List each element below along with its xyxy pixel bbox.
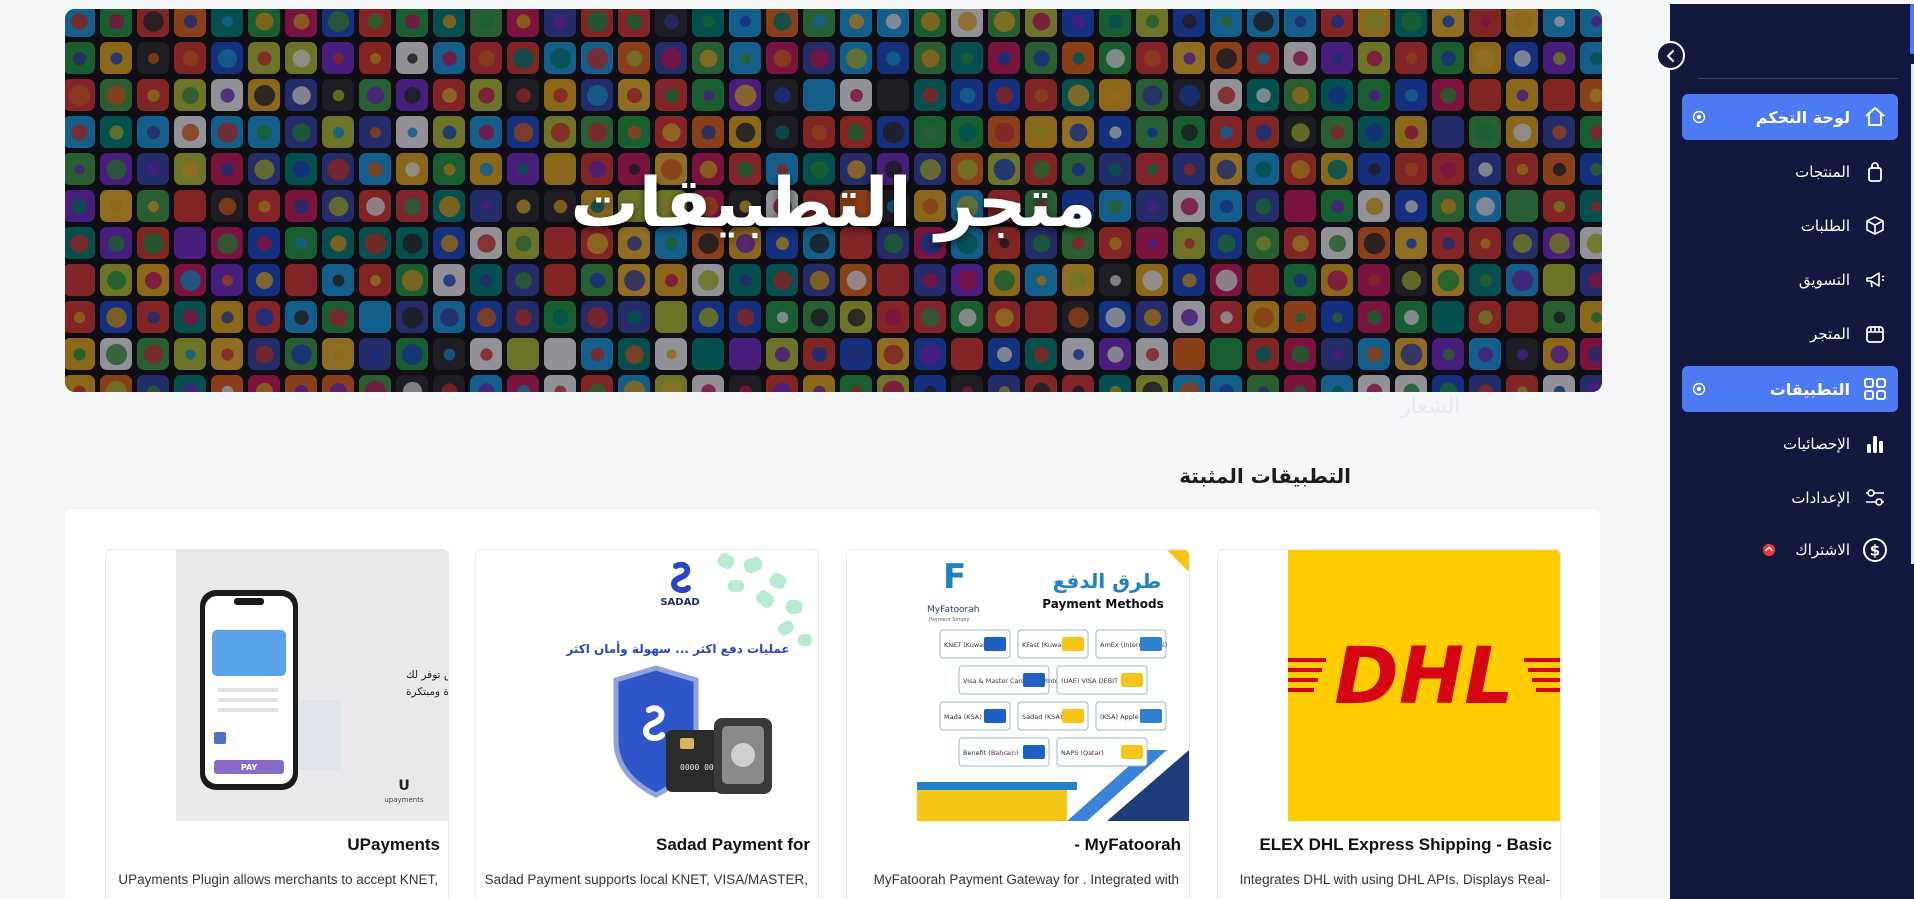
sadad-promo-image: SADAD عمليات دفع اكثر ... سهولة وأمان اك… <box>546 550 818 821</box>
alert-dot-icon <box>1762 543 1776 557</box>
main-content: متجر التطبيقات الشعار التطبيقات المثبتة <box>0 0 1670 899</box>
sidebar-item-apps-grid[interactable]: التطبيقات <box>1682 366 1898 412</box>
dollar-circle-icon: $ <box>1862 537 1888 563</box>
sidebar-item-bar-chart[interactable]: الإحصائيات <box>1682 421 1898 467</box>
payment-brand-logo <box>1121 673 1143 687</box>
chevron-left-icon <box>1666 49 1674 62</box>
svg-text:upayments: upayments <box>384 796 424 804</box>
radio-circle-icon <box>1692 382 1706 396</box>
payment-brand-logo <box>1140 709 1162 723</box>
svg-text:Payment Methods: Payment Methods <box>1042 597 1163 611</box>
payment-brand-logo <box>1121 745 1143 759</box>
sidebar-item-label: الإحصائيات <box>1783 435 1850 453</box>
payment-method-label: Sadad (KSA) <box>1022 713 1062 721</box>
shopping-bag-icon <box>1862 159 1888 185</box>
payment-brand-logo <box>1023 673 1045 687</box>
svg-text:حلول دفع مميزة ومبتكرة: حلول دفع مميزة ومبتكرة <box>406 686 448 698</box>
payment-brand-logo <box>1140 637 1162 651</box>
upayments-thumbnail: PAY خدمات يوبيمنتس توفر لك حلول دفع مميز… <box>176 550 448 821</box>
svg-text:MyFatoorah: MyFatoorah <box>927 605 979 615</box>
store-icon <box>1862 321 1888 347</box>
sidebar-item-package[interactable]: الطلبات <box>1682 203 1898 249</box>
sidebar-item-label: لوحة التحكم <box>1755 107 1850 127</box>
radio-circle-icon <box>1692 110 1706 124</box>
sidebar-item-megaphone[interactable]: التسويق <box>1682 257 1898 303</box>
svg-text:Payment Simply: Payment Simply <box>929 617 969 623</box>
sidebar-item-label: الإعدادات <box>1791 489 1850 507</box>
sadad-thumbnail: SADAD عمليات دفع اكثر ... سهولة وأمان اك… <box>546 550 818 821</box>
app-card-upayments[interactable]: PAY خدمات يوبيمنتس توفر لك حلول دفع مميز… <box>105 549 449 899</box>
sidebar-item-shopping-bag[interactable]: المنتجات <box>1682 149 1898 195</box>
dhl-thumbnail: DHL <box>1288 550 1560 821</box>
sidebar-item-label: الاشتراك <box>1795 541 1850 559</box>
app-card-title[interactable]: Sadad Payment for <box>656 835 810 855</box>
payment-method-label: Mada (KSA) <box>944 713 982 721</box>
bar-chart-icon <box>1862 431 1888 457</box>
app-page: متجر التطبيقات الشعار التطبيقات المثبتة <box>0 0 1914 899</box>
payment-method-label: NAPS (Qatar) <box>1061 749 1104 757</box>
home-icon <box>1862 104 1888 130</box>
app-card-dhl[interactable]: DHL ELEX DHL Express Shipping - Basic In… <box>1217 549 1561 899</box>
sidebar-divider <box>1698 78 1898 79</box>
svg-text:عمليات دفع اكثر ... سهولة وأما: عمليات دفع اكثر ... سهولة وأمان اكثر <box>565 641 789 657</box>
svg-text:طرق الدفع: طرق الدفع <box>1053 569 1162 593</box>
sidebar-item-home[interactable]: لوحة التحكم <box>1682 94 1898 140</box>
payment-brand-logo <box>1062 709 1084 723</box>
svg-text:F: F <box>943 557 966 597</box>
megaphone-icon <box>1862 267 1888 293</box>
banner-title: متجر التطبيقات <box>570 164 1097 243</box>
app-card-description: MyFatoorah Payment Gateway for . Integra… <box>873 872 1179 887</box>
payment-method-label: (UAE) VISA DEBIT <box>1061 677 1118 685</box>
dhl-logo: DHL <box>1288 550 1560 821</box>
sidebar-collapse-button[interactable] <box>1656 41 1685 70</box>
sidebar-item-label: التطبيقات <box>1769 379 1850 399</box>
app-card-title[interactable]: - MyFatoorah <box>1074 835 1181 855</box>
payment-brand-logo <box>1023 745 1045 759</box>
app-card-title[interactable]: UPayments <box>347 835 440 855</box>
svg-text:DHL: DHL <box>1334 632 1514 722</box>
svg-text:$: $ <box>1870 542 1880 560</box>
logo-placeholder-text: الشعار <box>1400 394 1461 419</box>
sidebar-item-dollar-circle[interactable]: $ الاشتراك <box>1682 527 1898 573</box>
payment-method-label: KNET (Kuwait) <box>944 641 990 649</box>
app-card-description: Sadad Payment supports local KNET, VISA/… <box>484 872 808 887</box>
payment-brand-logo <box>984 637 1006 651</box>
app-card-description: UPayments Plugin allows merchants to acc… <box>118 872 438 887</box>
apps-grid-icon <box>1862 376 1888 402</box>
upayments-promo-image: PAY خدمات يوبيمنتس توفر لك حلول دفع مميز… <box>176 550 448 821</box>
svg-text:PAY: PAY <box>241 763 258 772</box>
package-icon <box>1862 213 1888 239</box>
payment-method-label: KFast (Kuwait) <box>1022 641 1068 649</box>
svg-text:U: U <box>398 778 409 794</box>
sidebar-item-label: الطلبات <box>1800 217 1850 235</box>
sidebar: لوحة التحكم المنتجات الطلبات التسويق المتجر ا… <box>1670 4 1914 899</box>
sidebar-item-store[interactable]: المتجر <box>1682 311 1898 357</box>
app-store-banner: متجر التطبيقات <box>65 9 1602 392</box>
app-card-sadad[interactable]: SADAD عمليات دفع اكثر ... سهولة وأمان اك… <box>475 549 819 899</box>
sidebar-item-label: المتجر <box>1810 325 1850 343</box>
installed-apps-heading: التطبيقات المثبتة <box>1179 464 1351 488</box>
app-card-description: Integrates DHL with using DHL APIs. Disp… <box>1239 872 1550 887</box>
myfatoorah-thumbnail: F MyFatoorah Payment Simply طرق الدفع Pa… <box>917 550 1189 821</box>
payment-brand-logo <box>1062 637 1084 651</box>
app-card-myfatoorah[interactable]: F MyFatoorah Payment Simply طرق الدفع Pa… <box>846 549 1190 899</box>
svg-text:خدمات يوبيمنتس توفر لك: خدمات يوبيمنتس توفر لك <box>406 669 448 681</box>
payment-method-label: Benefit (Bahrain) <box>963 749 1019 757</box>
sliders-icon <box>1862 485 1888 511</box>
sidebar-item-label: التسويق <box>1798 271 1850 289</box>
svg-text:SADAD: SADAD <box>660 597 699 608</box>
sidebar-item-label: المنتجات <box>1795 163 1850 181</box>
payment-brand-logo <box>984 709 1006 723</box>
myfatoorah-payment-methods-image: F MyFatoorah Payment Simply طرق الدفع Pa… <box>917 550 1189 821</box>
app-card-title[interactable]: ELEX DHL Express Shipping - Basic <box>1259 835 1552 855</box>
sidebar-item-sliders[interactable]: الإعدادات <box>1682 475 1898 521</box>
